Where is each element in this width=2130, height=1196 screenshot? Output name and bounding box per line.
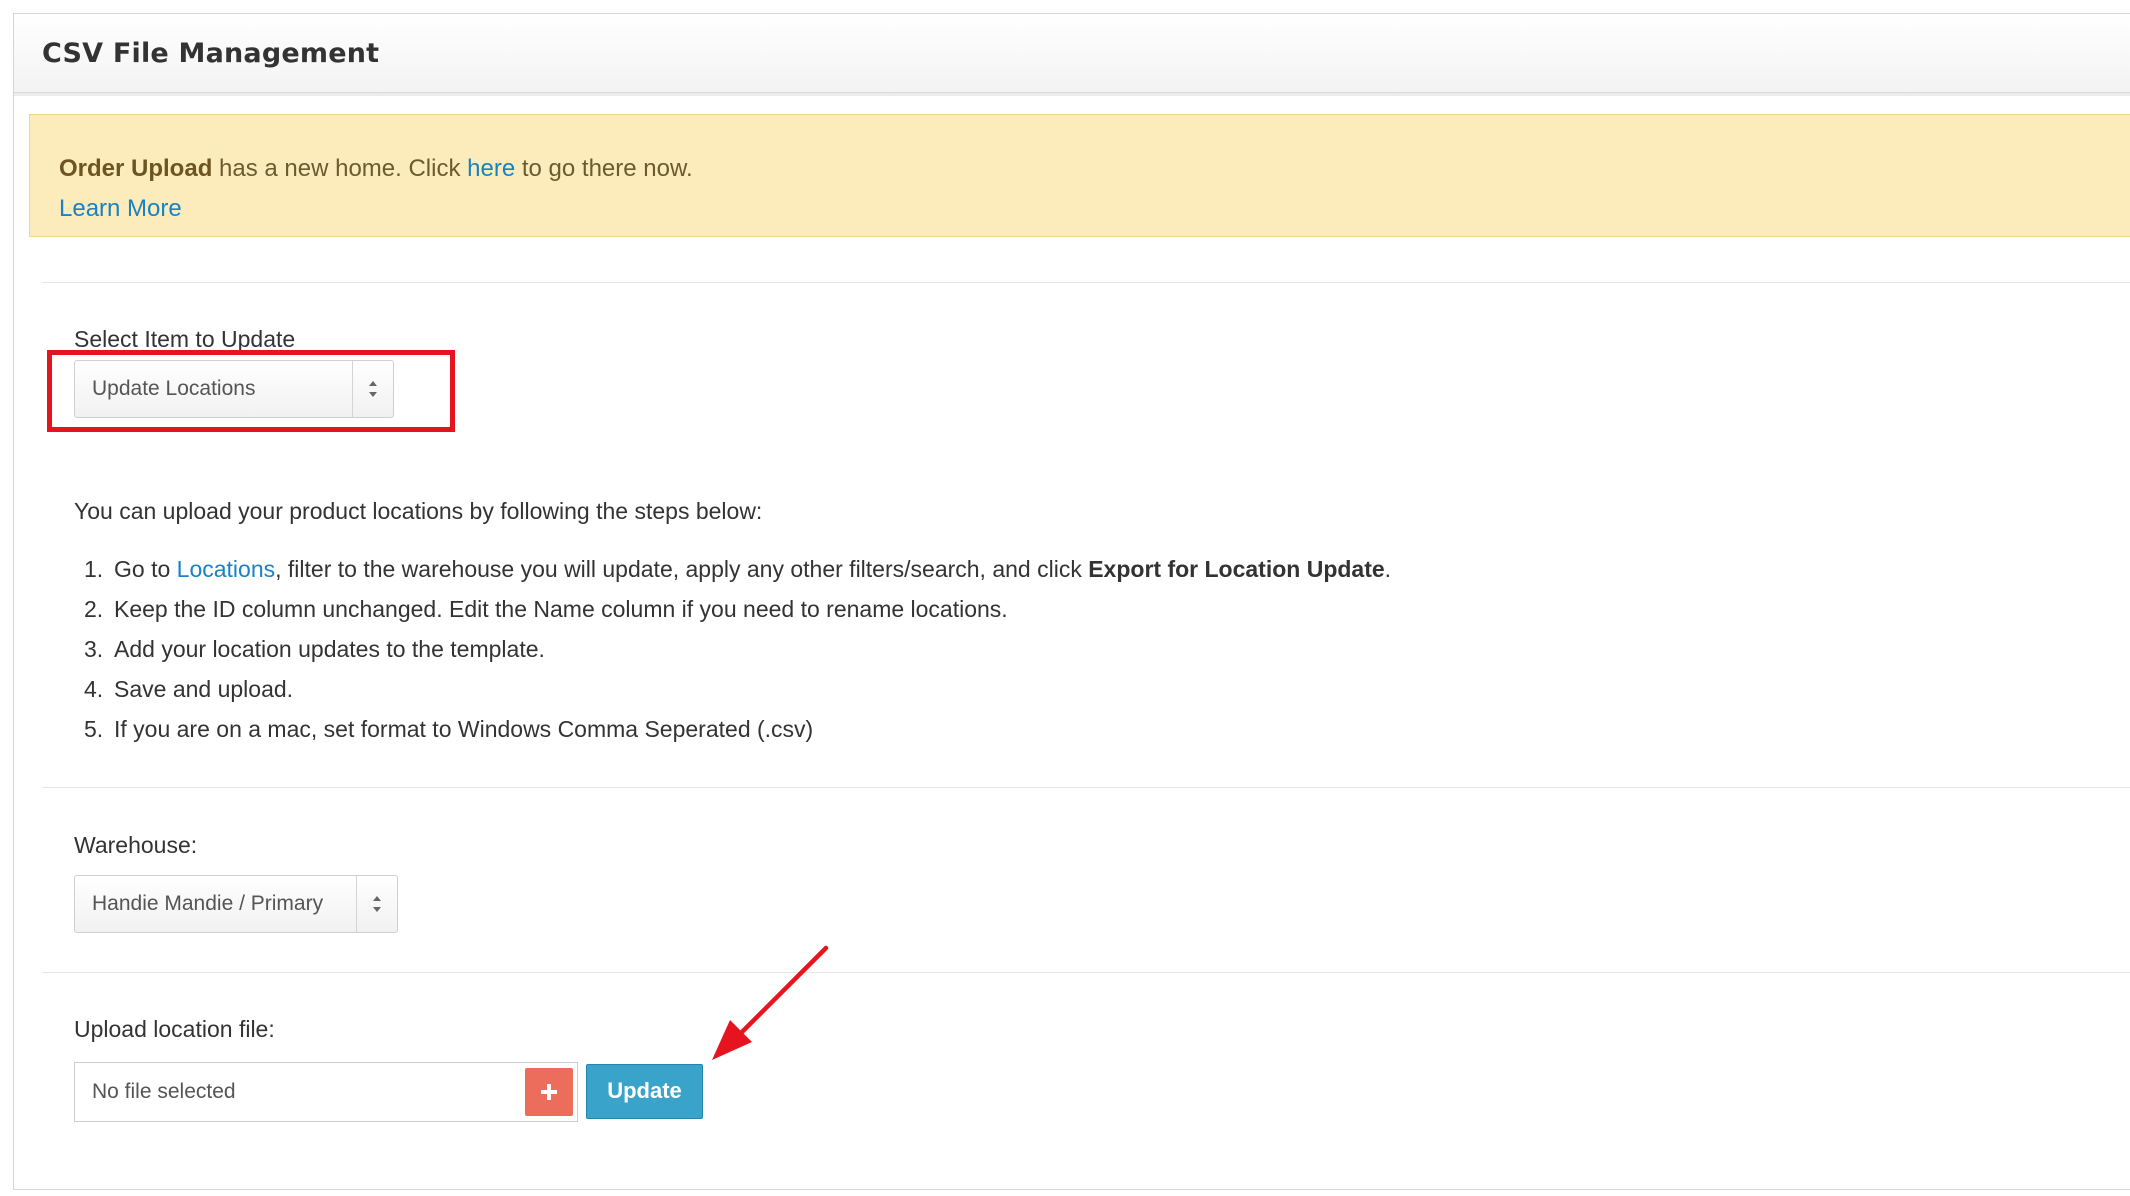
warehouse-label: Warehouse:	[74, 832, 198, 858]
learn-more-row: Learn More	[59, 195, 182, 223]
list-item: 4. Save and upload.	[84, 674, 1391, 714]
file-input[interactable]: No file selected	[74, 1062, 578, 1122]
divider	[42, 972, 2130, 973]
step1-prefix: Go to	[114, 556, 177, 582]
plus-icon	[541, 1084, 557, 1100]
file-input-text: No file selected	[92, 1080, 236, 1103]
notice-here-link[interactable]: here	[467, 155, 515, 182]
highlight-box	[47, 350, 455, 432]
list-item: 5. If you are on a mac, set format to Win…	[84, 714, 1391, 754]
locations-link[interactable]: Locations	[177, 556, 275, 582]
red-arrow-annotation	[712, 945, 829, 1060]
step4-text: Save and upload.	[114, 676, 294, 702]
step-number: 1.	[84, 556, 104, 582]
notice-text-after-link: to go there now.	[515, 155, 693, 182]
list-item: 3. Add your location updates to the templ…	[84, 634, 1391, 674]
step-number: 3.	[84, 636, 104, 662]
warehouse-value: Handie Mandie / Primary	[92, 892, 324, 915]
list-item: 1. Go to Locations, filter to the warehou…	[84, 554, 1391, 594]
notice-message: Order Upload has a new home. Click here …	[59, 155, 693, 183]
step-number: 2.	[84, 596, 104, 622]
upload-label: Upload location file:	[74, 1016, 275, 1042]
step1-bold: Export for Location Update	[1088, 556, 1385, 582]
instructions-intro: You can upload your product locations by…	[74, 498, 763, 524]
panel-heading: CSV File Management	[14, 14, 2130, 93]
step5-text: If you are on a mac, set format to Windo…	[114, 716, 814, 742]
select-item-label: Select Item to Update	[74, 326, 296, 352]
page-title: CSV File Management	[42, 38, 380, 69]
step-number: 4.	[84, 676, 104, 702]
step3-text: Add your location updates to the templat…	[114, 636, 545, 662]
divider	[42, 787, 2130, 788]
order-upload-notice: Order Upload has a new home. Click here …	[29, 114, 2130, 237]
step1-suffix: .	[1384, 556, 1392, 582]
notice-text-before-link: has a new home. Click	[212, 155, 468, 182]
notice-strong-text: Order Upload	[59, 155, 213, 182]
divider	[42, 282, 2130, 283]
step1-middle: , filter to the warehouse you will updat…	[275, 556, 1089, 582]
learn-more-link[interactable]: Learn More	[59, 195, 182, 222]
update-button[interactable]: Update	[586, 1064, 703, 1119]
step2-text: Keep the ID column unchanged. Edit the N…	[114, 596, 1008, 622]
step-number: 5.	[84, 716, 104, 742]
warehouse-dropdown[interactable]: Handie Mandie / Primary	[74, 875, 398, 933]
add-file-button[interactable]	[525, 1068, 573, 1116]
select-arrows-icon	[356, 876, 397, 932]
instructions-steps: 1. Go to Locations, filter to the warehou…	[84, 554, 1391, 754]
list-item: 2. Keep the ID column unchanged. Edit the…	[84, 594, 1391, 634]
